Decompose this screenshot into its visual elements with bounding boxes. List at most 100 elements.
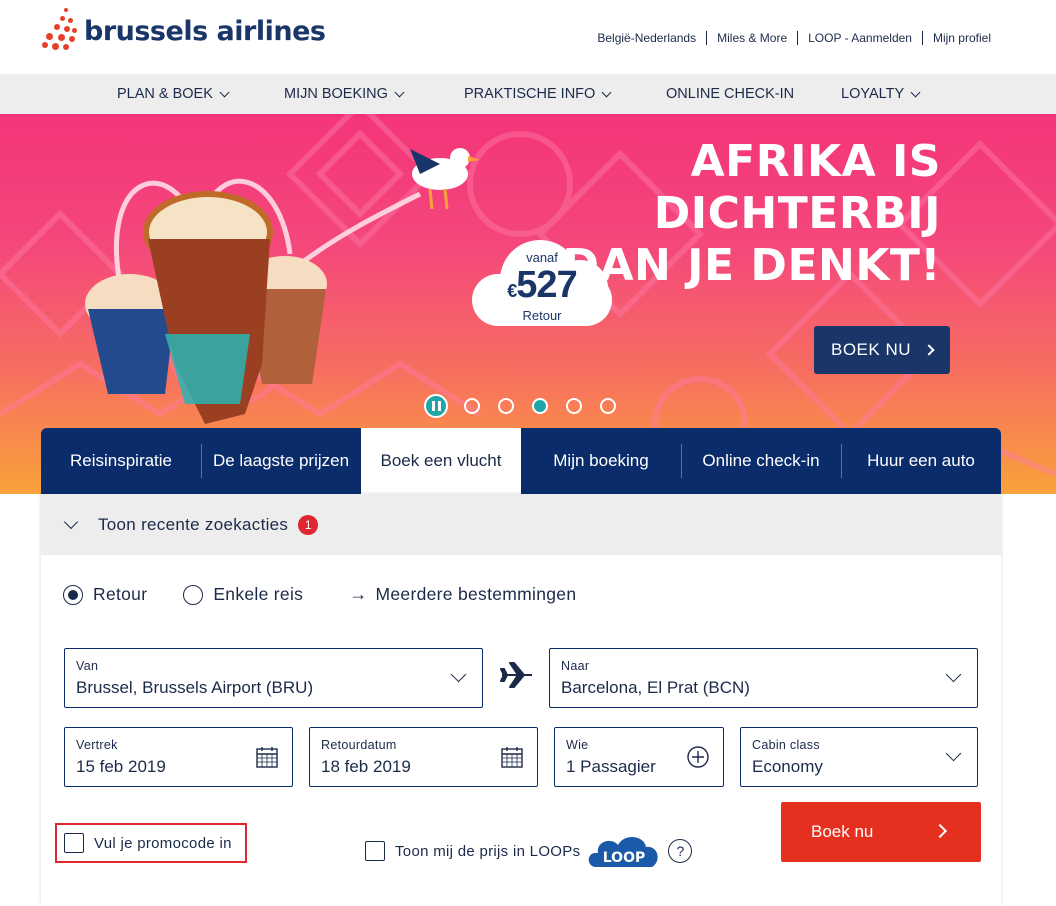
tab-mijn-boeking[interactable]: Mijn boeking xyxy=(521,428,681,494)
chevron-right-icon xyxy=(923,344,935,356)
hero-headline: AFRIKA IS DICHTERBIJ DAN JE DENKT! xyxy=(562,136,941,292)
chevron-down-icon xyxy=(945,666,962,683)
book-now-label: Boek nu xyxy=(811,822,874,841)
carousel-dot[interactable] xyxy=(566,398,582,414)
loop-logo-text: LOOP xyxy=(603,850,646,866)
booking-tabs: Reisinspiratie De laagste prijzen Boek e… xyxy=(41,428,1001,494)
brand-name: brussels airlines xyxy=(84,15,326,47)
to-field-value: Barcelona, El Prat (BCN) xyxy=(561,678,750,697)
help-icon[interactable]: ? xyxy=(668,839,693,863)
passengers-value: 1 Passagier xyxy=(566,757,656,776)
return-date-field[interactable]: Retourdatum 18 feb 2019 xyxy=(309,727,538,787)
page: brussels airlines België-Nederlands Mile… xyxy=(0,0,1056,906)
nav-label: LOYALTY xyxy=(841,86,905,102)
carousel-pause-button[interactable] xyxy=(424,394,448,418)
book-now-button[interactable]: Boek nu xyxy=(781,802,981,862)
passengers-field[interactable]: Wie 1 Passagier xyxy=(554,727,724,787)
tab-online-checkin[interactable]: Online check-in xyxy=(681,428,841,494)
hero-headline-line: DAN JE DENKT! xyxy=(562,240,941,291)
cabin-class-field[interactable]: Cabin class Economy xyxy=(740,727,978,787)
chevron-down-icon xyxy=(219,87,230,97)
hero-headline-line: DICHTERBIJ xyxy=(653,188,941,239)
loops-label: Toon mij de prijs in LOOPs xyxy=(395,842,581,860)
loop-logo-icon: LOOP xyxy=(589,836,659,867)
carousel-dot[interactable] xyxy=(464,398,480,414)
from-field[interactable]: Van Brussel, Brussels Airport (BRU) xyxy=(64,648,483,708)
language-link[interactable]: België-Nederlands xyxy=(587,31,706,45)
tab-boek-een-vlucht[interactable]: Boek een vlucht xyxy=(361,428,521,494)
trip-oneway-label: Enkele reis xyxy=(213,584,304,604)
header: brussels airlines België-Nederlands Mile… xyxy=(0,0,1056,74)
multi-destination-link[interactable]: → Meerdere bestemmingen xyxy=(349,584,576,605)
trip-type-options: Retour Enkele reis → Meerdere bestemming… xyxy=(63,584,576,605)
multi-destination-label: Meerdere bestemmingen xyxy=(375,584,577,604)
nav-label: PLAN & BOEK xyxy=(117,86,213,102)
price-cloud: vanaf €527 Retour xyxy=(472,234,612,326)
nav-online-checkin[interactable]: ONLINE CHECK-IN xyxy=(666,86,794,102)
nav-plan-boek[interactable]: PLAN & BOEK xyxy=(117,86,230,102)
price-from-label: vanaf xyxy=(526,250,558,265)
promo-code-option[interactable]: Vul je promocode in xyxy=(55,823,247,863)
from-field-label: Van xyxy=(76,659,99,673)
trip-oneway-option[interactable]: Enkele reis xyxy=(183,584,303,605)
nav-mijn-boeking[interactable]: MIJN BOEKING xyxy=(284,86,405,102)
price-amount: 527 xyxy=(516,264,577,306)
loops-checkbox[interactable] xyxy=(365,841,385,861)
calendar-icon[interactable] xyxy=(501,746,523,768)
plane-icon xyxy=(500,662,532,688)
loop-login-link[interactable]: LOOP - Aanmelden xyxy=(797,31,922,45)
depart-date-field[interactable]: Vertrek 15 feb 2019 xyxy=(64,727,293,787)
arrow-right-icon: → xyxy=(349,584,368,604)
passengers-label: Wie xyxy=(566,738,589,752)
nav-label: MIJN BOEKING xyxy=(284,86,388,102)
chevron-down-icon xyxy=(601,87,612,97)
tab-reisinspiratie[interactable]: Reisinspiratie xyxy=(41,428,201,494)
chevron-down-icon xyxy=(450,666,467,683)
chevron-down-icon xyxy=(394,87,405,97)
promo-checkbox[interactable] xyxy=(64,833,84,853)
recent-searches-count-badge: 1 xyxy=(298,514,319,535)
my-profile-link[interactable]: Mijn profiel xyxy=(921,31,1001,45)
hero-book-label: BOEK NU xyxy=(830,340,912,359)
depart-date-value: 15 feb 2019 xyxy=(76,757,166,776)
to-field[interactable]: Naar Barcelona, El Prat (BCN) xyxy=(549,648,978,708)
miles-more-link[interactable]: Miles & More xyxy=(706,31,797,45)
tab-huur-een-auto[interactable]: Huur een auto xyxy=(841,428,1001,494)
nav-praktische-info[interactable]: PRAKTISCHE INFO xyxy=(464,86,612,102)
carousel-controls xyxy=(424,394,634,418)
brand-logo[interactable]: brussels airlines xyxy=(42,6,326,50)
price-sub-label: Retour xyxy=(522,308,562,323)
logo-dots-icon xyxy=(42,6,78,50)
nav-label: ONLINE CHECK-IN xyxy=(666,86,795,102)
chevron-right-icon xyxy=(932,823,948,839)
recent-searches-toggle[interactable]: Toon recente zoekacties 1 xyxy=(41,494,1001,555)
radio-unselected[interactable] xyxy=(183,584,204,605)
nav-loyalty[interactable]: LOYALTY xyxy=(841,86,921,102)
price-value: €527 xyxy=(472,265,612,311)
depart-date-label: Vertrek xyxy=(76,738,118,752)
from-field-value: Brussel, Brussels Airport (BRU) xyxy=(76,678,314,697)
hero-book-button[interactable]: BOEK NU xyxy=(814,326,950,374)
calendar-icon[interactable] xyxy=(256,746,278,768)
carousel-dot[interactable] xyxy=(498,398,514,414)
to-field-label: Naar xyxy=(561,659,590,673)
carousel-dot-active[interactable] xyxy=(532,398,548,414)
trip-retour-option[interactable]: Retour xyxy=(63,584,147,605)
hero-headline-line: AFRIKA IS xyxy=(690,136,941,187)
carousel-dot[interactable] xyxy=(600,398,616,414)
utility-links: België-Nederlands Miles & More LOOP - Aa… xyxy=(587,31,1001,45)
return-date-value: 18 feb 2019 xyxy=(321,757,411,776)
return-date-label: Retourdatum xyxy=(321,738,397,752)
loops-price-option[interactable]: Toon mij de prijs in LOOPs LOOP ? xyxy=(365,831,693,871)
price-currency: € xyxy=(507,281,517,301)
chevron-down-icon xyxy=(910,87,921,97)
tab-laagste-prijzen[interactable]: De laagste prijzen xyxy=(201,428,361,494)
chevron-down-icon xyxy=(63,514,79,529)
main-nav: PLAN & BOEK MIJN BOEKING PRAKTISCHE INFO… xyxy=(0,74,1056,114)
nav-label: PRAKTISCHE INFO xyxy=(464,86,596,102)
radio-selected[interactable] xyxy=(63,584,83,605)
recent-searches-label: Toon recente zoekacties xyxy=(98,514,289,534)
trip-retour-label: Retour xyxy=(93,584,148,604)
chevron-down-icon xyxy=(945,745,962,762)
plus-circle-icon[interactable] xyxy=(687,746,709,768)
